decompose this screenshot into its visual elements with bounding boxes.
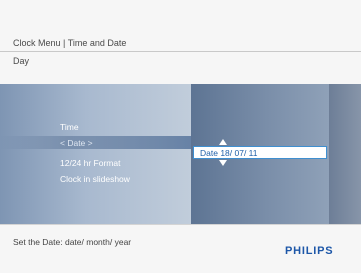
panel-divider [0,224,361,225]
side-panel [329,84,361,224]
header-divider [0,51,361,52]
page-subtitle: Day [13,56,30,66]
philips-logo: PHILIPS [285,245,334,257]
date-value: Date 18/ 07/ 11 [200,148,258,158]
menu-item-time[interactable]: Time [60,122,79,132]
decrement-arrow-icon[interactable] [219,160,227,166]
menu-item-clock-in-slideshow[interactable]: Clock in slideshow [60,174,130,184]
date-field[interactable]: Date 18/ 07/ 11 [193,146,327,159]
page-title: Clock Menu | Time and Date [13,38,127,48]
menu-item-12-24-hr-format[interactable]: 12/24 hr Format [60,158,120,168]
menu-item-date[interactable]: < Date > [60,138,93,148]
help-text: Set the Date: date/ month/ year [13,237,132,247]
menu-panel [0,84,191,224]
increment-arrow-icon[interactable] [219,139,227,145]
screen: Clock Menu | Time and Date Day Time < Da… [0,0,361,273]
menu-selection-highlight [0,136,191,149]
